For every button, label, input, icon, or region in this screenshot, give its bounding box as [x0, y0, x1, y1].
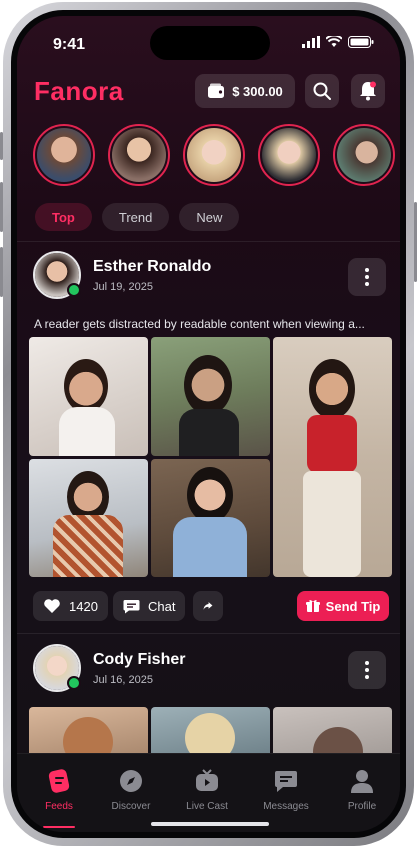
compass-icon — [120, 770, 142, 792]
chat-label: Chat — [148, 598, 176, 614]
mute-switch — [0, 132, 3, 160]
post-photo[interactable] — [273, 707, 392, 757]
tab-top[interactable]: Top — [35, 203, 92, 231]
post-photo[interactable] — [273, 337, 392, 577]
divider — [17, 633, 400, 634]
post-caption: A reader gets distracted by readable con… — [34, 317, 365, 331]
bell-icon — [360, 81, 376, 101]
nav-label: Discover — [111, 801, 151, 812]
profile-icon — [351, 770, 373, 793]
post-header: Esther Ronaldo Jul 19, 2025 — [33, 251, 211, 299]
status-time: 9:41 — [53, 36, 86, 53]
active-indicator — [43, 826, 75, 828]
post-options-button[interactable] — [348, 651, 386, 689]
stories-row — [33, 124, 395, 186]
nav-feeds[interactable]: Feeds — [24, 768, 94, 828]
nav-profile[interactable]: Profile — [327, 768, 397, 812]
post-author-name[interactable]: Cody Fisher — [93, 651, 185, 669]
post-photo[interactable] — [29, 337, 148, 456]
divider — [17, 241, 400, 242]
send-tip-label: Send Tip — [325, 598, 381, 614]
post-date: Jul 16, 2025 — [93, 673, 153, 686]
like-button[interactable]: 1420 — [33, 591, 108, 621]
volume-down-button — [0, 247, 3, 297]
post-date: Jul 19, 2025 — [93, 280, 153, 293]
story-avatar[interactable] — [333, 124, 395, 186]
post-photo[interactable] — [29, 459, 148, 577]
wallet-balance-button[interactable]: $ 300.00 — [195, 74, 295, 108]
story-avatar[interactable] — [33, 124, 95, 186]
story-avatar[interactable] — [108, 124, 170, 186]
wifi-icon — [326, 36, 342, 47]
story-avatar[interactable] — [183, 124, 245, 186]
feed-tabs: Top Trend New — [35, 203, 240, 231]
search-button[interactable] — [305, 74, 339, 108]
nav-messages[interactable]: Messages — [251, 768, 321, 812]
online-indicator — [67, 283, 81, 297]
signal-icon — [302, 36, 320, 48]
nav-discover[interactable]: Discover — [96, 768, 166, 812]
app-logo: Fanora — [34, 76, 124, 106]
heart-icon — [44, 599, 60, 613]
more-vertical-icon — [365, 661, 369, 679]
dynamic-island — [150, 26, 270, 60]
send-tip-button[interactable]: Send Tip — [297, 591, 389, 621]
share-button[interactable] — [193, 591, 223, 621]
feeds-icon — [48, 769, 70, 793]
gift-icon — [305, 600, 320, 612]
chat-button[interactable]: Chat — [113, 591, 186, 621]
message-icon — [275, 771, 297, 792]
nav-label: Messages — [263, 801, 309, 812]
wallet-icon — [208, 83, 225, 98]
balance-amount: $ 300.00 — [232, 83, 283, 99]
avatar[interactable] — [33, 251, 81, 299]
live-tv-icon — [196, 769, 218, 791]
nav-label: Profile — [347, 801, 377, 812]
notifications-button[interactable] — [351, 74, 385, 108]
post-author-name[interactable]: Esther Ronaldo — [93, 258, 211, 276]
phone-frame: 9:41 Fanora $ 300.00 Top Trend New Esthe… — [0, 2, 417, 846]
bottom-navigation: Feeds Discover Live Cast Messages Profil… — [17, 753, 400, 832]
search-icon — [313, 82, 331, 100]
nav-live-cast[interactable]: Live Cast — [172, 768, 242, 812]
avatar[interactable] — [33, 644, 81, 692]
chat-icon — [123, 599, 140, 613]
tab-new[interactable]: New — [179, 203, 240, 231]
post-photo[interactable] — [29, 707, 148, 757]
online-indicator — [67, 676, 81, 690]
tab-trend[interactable]: Trend — [101, 203, 170, 231]
battery-icon — [348, 36, 374, 48]
nav-label: Feeds — [45, 801, 73, 812]
post-photo[interactable] — [151, 337, 270, 456]
status-icons — [302, 36, 374, 48]
post-options-button[interactable] — [348, 258, 386, 296]
post-photo[interactable] — [151, 707, 270, 757]
home-indicator[interactable] — [151, 822, 269, 826]
screen: 9:41 Fanora $ 300.00 Top Trend New Esthe… — [17, 16, 400, 832]
post-header: Cody Fisher Jul 16, 2025 — [33, 644, 185, 692]
share-arrow-icon — [203, 602, 213, 610]
like-count: 1420 — [69, 598, 98, 614]
more-vertical-icon — [365, 268, 369, 286]
volume-up-button — [0, 182, 3, 232]
story-avatar[interactable] — [258, 124, 320, 186]
post-photo[interactable] — [151, 459, 270, 577]
nav-label: Live Cast — [186, 801, 228, 812]
